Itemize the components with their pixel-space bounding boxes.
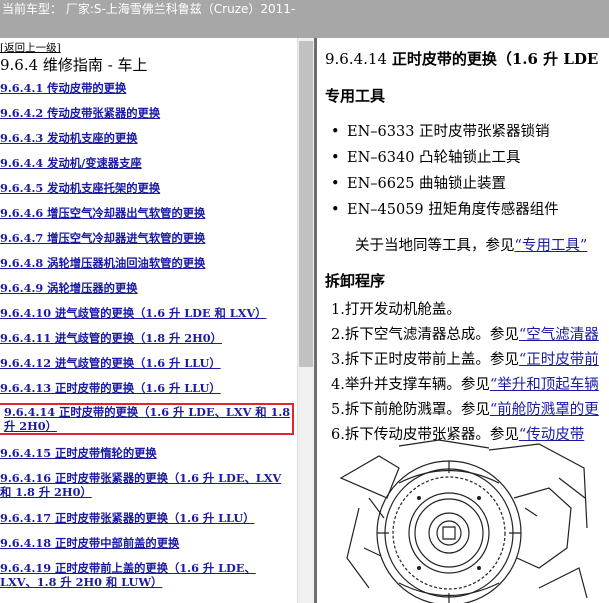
removal-procedure-heading: 拆卸程序 — [325, 272, 386, 290]
toc-item-14-selected[interactable]: 9.6.4.14 正时皮带的更换（1.6 升 LDE、LXV 和 1.8 升 2… — [0, 403, 294, 435]
toc-item-7[interactable]: 9.6.4.7 增压空气冷却器进气软管的更换 — [0, 231, 292, 245]
procedure-step: 3.拆下正时皮带前上盖。参见“正时皮带前 — [331, 352, 599, 368]
window-title: 当前车型： 厂家:S-上海雪佛兰科鲁兹（Cruze）2011- — [2, 2, 296, 16]
tool-item: • EN–6333 正时皮带张紧器锁销 — [331, 124, 550, 140]
toc-item-5[interactable]: 9.6.4.5 发动机支座托架的更换 — [0, 181, 292, 195]
toc-scrollbar-thumb[interactable] — [299, 41, 313, 367]
toc-item-18[interactable]: 9.6.4.18 正时皮带中部前盖的更换 — [0, 536, 292, 550]
toc-item-10[interactable]: 9.6.4.10 进气歧管的更换（1.6 升 LDE 和 LXV） — [0, 306, 292, 320]
window-title-bar: 当前车型： 厂家:S-上海雪佛兰科鲁兹（Cruze）2011- — [0, 0, 609, 38]
tool-item: • EN–6625 曲轴锁止装置 — [331, 176, 507, 192]
step-reference-link[interactable]: “空气滤清器 — [519, 327, 599, 343]
toc-item-2[interactable]: 9.6.4.2 传动皮带张紧器的更换 — [0, 106, 292, 120]
toc-item-3[interactable]: 9.6.4.3 发动机支座的更换 — [0, 131, 292, 145]
tool-item: • EN–45059 扭矩角度传感器组件 — [331, 202, 559, 218]
toc-item-17[interactable]: 9.6.4.17 正时皮带张紧器的更换（1.6 升 LLU） — [0, 511, 292, 525]
bullet-icon: • — [331, 202, 340, 218]
step-reference-link[interactable]: “前舱防溅罩的更 — [490, 402, 599, 418]
section-title: 9.6.4 维修指南 - 车上 — [0, 56, 148, 74]
procedure-step: 2.拆下空气滤清器总成。参见“空气滤清器 — [331, 327, 599, 343]
toc-scrollbar[interactable] — [297, 38, 314, 603]
special-tools-link[interactable]: “专用工具” — [515, 238, 588, 254]
toc-item-16[interactable]: 9.6.4.16 正时皮带张紧器的更换（1.6 升 LDE、LXV 和 1.8 … — [0, 471, 292, 499]
toc-item-12[interactable]: 9.6.4.12 进气歧管的更换（1.6 升 LLU） — [0, 356, 292, 370]
back-link[interactable]: [返回上一级] — [0, 40, 61, 55]
toc-item-19[interactable]: 9.6.4.19 正时皮带前上盖的更换（1.6 升 LDE、LXV、1.8 升 … — [0, 561, 292, 589]
equivalent-tools-note: 关于当地同等工具，参见“专用工具” — [355, 238, 588, 254]
procedure-step: 4.举升并支撑车辆。参见“举升和顶起车辆 — [331, 377, 599, 393]
special-tools-heading: 专用工具 — [325, 87, 386, 105]
procedure-step: 5.拆下前舱防溅罩。参见“前舱防溅罩的更 — [331, 402, 599, 418]
bullet-icon: • — [331, 176, 340, 192]
engine-pulley-illustration — [339, 439, 588, 603]
toc-item-4[interactable]: 9.6.4.4 发动机/变速器支座 — [0, 156, 292, 170]
step-reference-link[interactable]: “正时皮带前 — [519, 352, 599, 368]
bullet-icon: • — [331, 124, 340, 140]
doc-title-text: 正时皮带的更换（1.6 升 LDE — [391, 50, 599, 68]
toc-item-13[interactable]: 9.6.4.13 正时皮带的更换（1.6 升 LLU） — [0, 381, 292, 395]
toc-item-1[interactable]: 9.6.4.1 传动皮带的更换 — [0, 81, 292, 95]
procedure-step: 1.打开发动机舱盖。 — [331, 302, 461, 318]
toc-pane: [返回上一级] 9.6.4 维修指南 - 车上 9.6.4.1 传动皮带的更换 … — [0, 38, 297, 603]
toc-item-15[interactable]: 9.6.4.15 正时皮带惰轮的更换 — [0, 446, 292, 460]
doc-title-number: 9.6.4.14 — [325, 50, 388, 68]
content-pane: 9.6.4.14 正时皮带的更换（1.6 升 LDE 专用工具 • EN–6333… — [317, 38, 609, 603]
toc-item-8[interactable]: 9.6.4.8 涡轮增压器机油回油软管的更换 — [0, 256, 292, 270]
toc-item-6[interactable]: 9.6.4.6 增压空气冷却器出气软管的更换 — [0, 206, 292, 220]
toc-item-9[interactable]: 9.6.4.9 涡轮增压器的更换 — [0, 281, 292, 295]
bullet-icon: • — [331, 150, 340, 166]
toc-item-11[interactable]: 9.6.4.11 进气歧管的更换（1.8 升 2H0） — [0, 331, 292, 345]
tool-item: • EN–6340 凸轮轴锁止工具 — [331, 150, 521, 166]
doc-title: 9.6.4.14 正时皮带的更换（1.6 升 LDE — [325, 48, 598, 69]
step-reference-link[interactable]: “举升和顶起车辆 — [490, 377, 599, 393]
